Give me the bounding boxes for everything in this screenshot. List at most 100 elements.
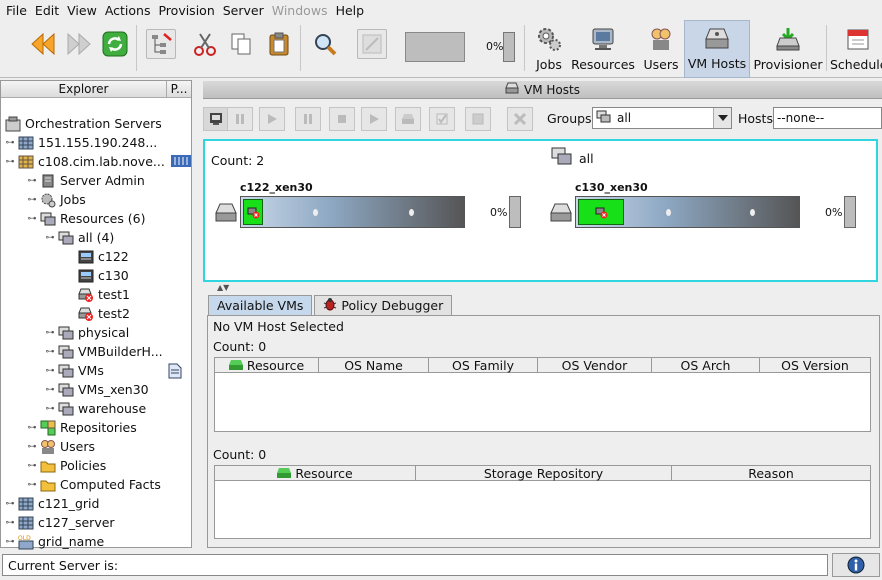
play-icon[interactable]	[259, 107, 285, 131]
tree-expander-icon[interactable]: ⊶	[45, 366, 55, 376]
tree-node-label: Users	[60, 439, 96, 454]
col-resource-2[interactable]: Resource	[215, 466, 416, 481]
tree-node[interactable]: ⊶ VMs_xen30	[45, 380, 149, 399]
tab-available-vms[interactable]: Available VMs	[208, 295, 313, 315]
tree-node[interactable]: ⊶ c108.cim.lab.nove...	[5, 152, 191, 171]
resume-icon[interactable]	[361, 107, 387, 131]
vm-host-icon	[78, 268, 94, 284]
filter-tree-icon[interactable]	[146, 29, 176, 59]
tree-expander-icon[interactable]: ⊶	[5, 157, 15, 167]
vm-host-capacity-bar[interactable]	[240, 196, 465, 228]
col-reason[interactable]: Reason	[672, 466, 870, 481]
tree-expander-icon[interactable]: ⊶	[5, 138, 15, 148]
search-icon[interactable]	[310, 29, 340, 59]
tree-expander-icon[interactable]: ⊶	[27, 195, 37, 205]
delete-icon[interactable]	[507, 107, 533, 131]
tree-expander-icon[interactable]: ⊶	[45, 385, 55, 395]
menu-provision[interactable]: Provision	[156, 3, 220, 18]
vm-stopped-icon[interactable]	[578, 199, 624, 225]
col-resource[interactable]: Resource	[215, 358, 319, 373]
nav-resources-button[interactable]: Resources	[570, 20, 636, 78]
nav-jobs-button[interactable]: Jobs	[530, 20, 568, 78]
tree-expander-icon[interactable]: ⊶	[45, 347, 55, 357]
tree-expander-icon[interactable]: ⊶	[27, 176, 37, 186]
cut-icon[interactable]	[190, 29, 220, 59]
menu-windows[interactable]: Windows	[270, 3, 334, 18]
tree-node[interactable]: c122	[65, 247, 129, 266]
menu-help[interactable]: Help	[334, 3, 371, 18]
menu-server[interactable]: Server	[221, 3, 270, 18]
col-os-vendor[interactable]: OS Vendor	[538, 358, 652, 373]
menu-view[interactable]: View	[65, 3, 103, 18]
tree-node[interactable]: ⊶ Jobs	[27, 190, 86, 209]
tree-node[interactable]: test1	[65, 285, 130, 304]
tree-expander-icon[interactable]: ⊶	[45, 404, 55, 414]
vm-stopped-icon[interactable]	[243, 199, 263, 225]
vm-host-capacity-bar[interactable]	[575, 196, 800, 228]
tree-node[interactable]: ⊶ Resources (6)	[27, 209, 146, 228]
refresh-icon[interactable]	[100, 29, 130, 59]
check-icon[interactable]	[429, 107, 455, 131]
tab-policy-debugger[interactable]: Policy Debugger	[314, 295, 453, 315]
tree-node[interactable]: ⊶ c121_grid	[5, 494, 100, 513]
col-storage-repository[interactable]: Storage Repository	[416, 466, 672, 481]
tree-node[interactable]: ⊶ OLD grid_name	[5, 532, 104, 551]
tree-expander-icon[interactable]: ⊶	[45, 233, 55, 243]
explorer-column-header-2[interactable]: P...	[167, 81, 191, 97]
paste-icon[interactable]	[264, 29, 294, 59]
tree-node[interactable]: ⊶ warehouse	[45, 399, 147, 418]
copy-icon[interactable]	[226, 29, 256, 59]
square-icon[interactable]	[465, 107, 491, 131]
col-os-arch[interactable]: OS Arch	[652, 358, 760, 373]
back-icon[interactable]	[28, 29, 58, 59]
stop-icon[interactable]	[329, 107, 355, 131]
tree-node[interactable]: ⊶ c127_server	[5, 513, 115, 532]
explorer-column-header[interactable]: Explorer	[1, 81, 167, 97]
monitor-icon[interactable]	[203, 107, 229, 131]
tree-expander-icon[interactable]: ⊶	[45, 328, 55, 338]
tree-node[interactable]: ⊶ Computed Facts	[27, 475, 161, 494]
tree-node[interactable]: ⊶ physical	[45, 323, 130, 342]
nav-schedule-button[interactable]: Schedule	[830, 20, 882, 78]
tree-node[interactable]: ⊶ Users	[27, 437, 96, 456]
tree-node[interactable]: ⊶ Repositories	[27, 418, 137, 437]
tree-node[interactable]: c130	[65, 266, 129, 285]
tree-expander-icon[interactable]: ⊶	[27, 461, 37, 471]
hosts-dropdown[interactable]: --none--	[773, 107, 882, 129]
tree-expander-icon[interactable]: ⊶	[27, 423, 37, 433]
tree-node[interactable]: Orchestration Servers	[5, 114, 162, 133]
vm-table-body[interactable]	[214, 373, 871, 432]
menu-file[interactable]: File	[4, 3, 33, 18]
nav-vmhosts-button[interactable]: VM Hosts	[684, 20, 750, 78]
col-os-name[interactable]: OS Name	[319, 358, 429, 373]
tree-node[interactable]: ⊶ VMBuilderH...	[45, 342, 163, 361]
tree-node[interactable]: ⊶ VMs	[45, 361, 182, 380]
menu-actions[interactable]: Actions	[103, 3, 157, 18]
col-os-version[interactable]: OS Version	[760, 358, 870, 373]
storage-table-body[interactable]	[214, 481, 871, 539]
groups-dropdown[interactable]: all	[592, 107, 732, 129]
info-button[interactable]	[832, 553, 880, 577]
menu-edit[interactable]: Edit	[33, 3, 65, 18]
tree-node[interactable]: ⊶ Policies	[27, 456, 107, 475]
tree-expander-icon[interactable]: ⊶	[27, 480, 37, 490]
chevron-down-icon[interactable]	[713, 108, 731, 128]
tree-node[interactable]: ⊶ all (4)	[45, 228, 115, 247]
tree-node[interactable]: test2	[65, 304, 130, 323]
tree-expander-icon[interactable]: ⊶	[5, 499, 15, 509]
nav-users-button[interactable]: Users	[640, 20, 682, 78]
disabled-tool-icon[interactable]	[357, 29, 387, 59]
tree-expander-icon[interactable]: ⊶	[5, 537, 15, 547]
split-pane-divider[interactable]: ▲▼	[203, 284, 882, 292]
tree-node[interactable]: ⊶ 151.155.190.248...	[5, 133, 158, 152]
tree-expander-icon[interactable]: ⊶	[27, 214, 37, 224]
suspend-icon[interactable]	[295, 107, 321, 131]
tree-node[interactable]: ⊶ Server Admin	[27, 171, 145, 190]
pause-icon[interactable]	[227, 107, 253, 131]
tree-expander-icon[interactable]: ⊶	[5, 518, 15, 528]
col-os-family[interactable]: OS Family	[429, 358, 538, 373]
provision-vm-icon[interactable]	[395, 107, 421, 131]
tree-expander-icon[interactable]: ⊶	[27, 442, 37, 452]
forward-icon[interactable]	[64, 29, 94, 59]
nav-provisioner-button[interactable]: Provisioner	[752, 20, 824, 78]
